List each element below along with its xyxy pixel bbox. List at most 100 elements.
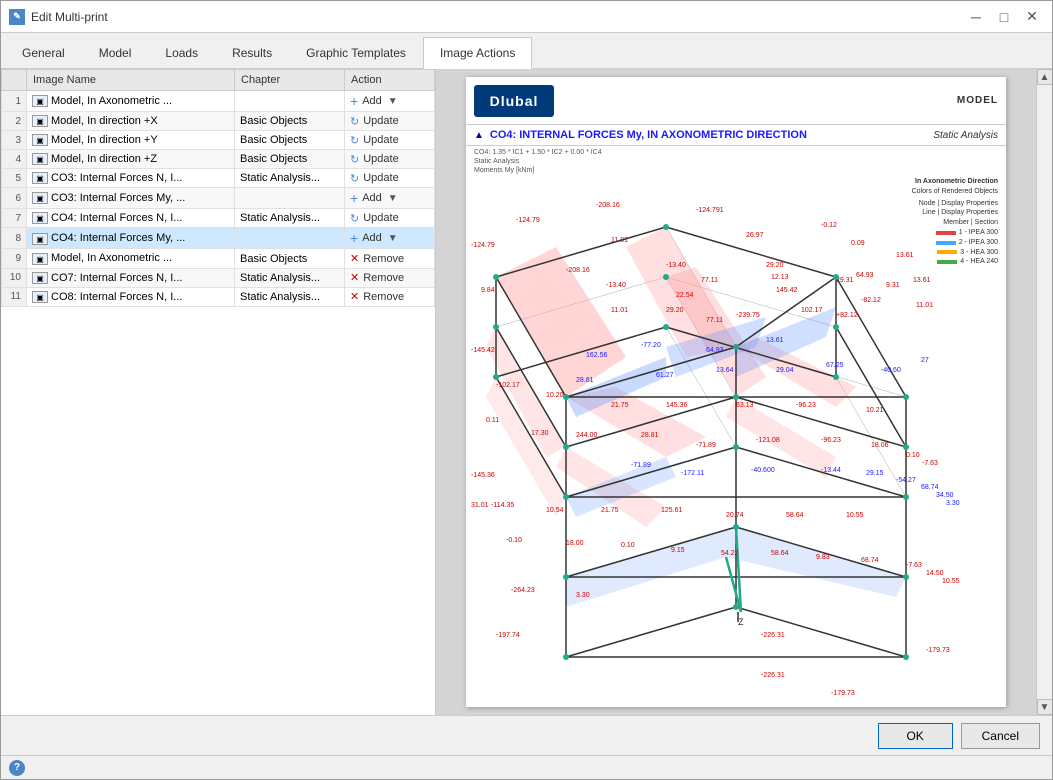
scroll-down-button[interactable]: ▼ [1037,699,1053,715]
action-cell[interactable]: ↻Update [345,169,435,188]
title-bar-left: ✎ Edit Multi-print [9,9,108,25]
svg-text:9.31: 9.31 [886,282,900,289]
action-dropdown[interactable]: ▼ [386,233,400,244]
table-row[interactable]: 5▣CO3: Internal Forces N, I...Static Ana… [2,169,435,188]
svg-text:26.97: 26.97 [746,232,764,239]
dlubal-logo: Dlubal [474,85,554,117]
svg-text:-208.16: -208.16 [566,267,590,274]
col-action: Action [345,70,435,91]
image-name-cell: ▣CO3: Internal Forces N, I... [27,169,235,188]
svg-text:145.36: 145.36 [666,402,688,409]
svg-text:-226.31: -226.31 [761,672,785,679]
svg-text:-124.79: -124.79 [471,242,495,249]
close-button[interactable]: ✕ [1020,7,1044,27]
image-name-cell: ▣Model, In direction +X [27,112,235,131]
svg-text:-0.12: -0.12 [821,222,837,229]
image-name: CO4: Internal Forces N, I... [51,212,182,224]
z-axis-label: Z [738,617,744,627]
svg-text:10.55: 10.55 [942,578,960,585]
svg-text:22.54: 22.54 [676,292,694,299]
minimize-button[interactable]: ─ [964,7,988,27]
svg-text:0.10: 0.10 [621,542,635,549]
table-row[interactable]: 3▣Model, In direction +YBasic Objects↻Up… [2,131,435,150]
image-name: CO8: Internal Forces N, I... [51,291,182,303]
table-row[interactable]: 9▣Model, In Axonometric ...Basic Objects… [2,249,435,268]
tab-graphic-templates[interactable]: Graphic Templates [289,37,423,68]
table-row[interactable]: 1▣Model, In Axonometric ...+Add▼ [2,91,435,112]
svg-text:9.84: 9.84 [481,287,495,294]
svg-text:102.17: 102.17 [801,307,823,314]
svg-text:0.11: 0.11 [486,417,499,424]
svg-text:+82.12: +82.12 [836,312,858,319]
action-cell[interactable]: ↻Update [345,112,435,131]
chapter-cell: Static Analysis... [235,287,345,306]
tab-general[interactable]: General [5,37,82,68]
action-dropdown[interactable]: ▼ [386,193,400,204]
ok-button[interactable]: OK [878,723,953,749]
image-icon: ▣ [32,272,48,284]
main-window: ✎ Edit Multi-print ─ □ ✕ General Model L… [0,0,1053,780]
col-image-name: Image Name [27,70,235,91]
row-number: 5 [2,169,27,188]
maximize-button[interactable]: □ [992,7,1016,27]
svg-text:-7.63: -7.63 [906,562,922,569]
add-icon: + [350,230,358,246]
svg-text:-124.791: -124.791 [696,207,724,214]
image-name-cell: ▣Model, In direction +Z [27,150,235,169]
action-cell[interactable]: ↻Update [345,131,435,150]
action-cell[interactable]: ✕Remove [345,287,435,306]
image-name-cell: ▣CO7: Internal Forces N, I... [27,268,235,287]
table-row[interactable]: 4▣Model, In direction +ZBasic Objects↻Up… [2,150,435,169]
table-row[interactable]: 11▣CO8: Internal Forces N, I...Static An… [2,287,435,306]
cancel-button[interactable]: Cancel [961,723,1040,749]
action-label: Update [363,134,398,146]
svg-text:13.61: 13.61 [913,277,931,284]
svg-text:58.64: 58.64 [771,550,789,557]
chapter-cell: Static Analysis... [235,169,345,188]
image-icon: ▣ [32,253,48,265]
table-row[interactable]: 8▣CO4: Internal Forces My, ...+Add▼ [2,228,435,249]
action-label: Remove [363,253,404,265]
tab-loads[interactable]: Loads [148,37,215,68]
svg-text:-121.08: -121.08 [756,437,780,444]
table-row[interactable]: 7▣CO4: Internal Forces N, I...Static Ana… [2,209,435,228]
action-cell[interactable]: +Add▼ [345,91,435,112]
preview-area: ▲ ▼ Dlubal MODEL [436,69,1052,715]
svg-text:-77.20: -77.20 [641,342,661,349]
image-name: Model, In direction +Y [51,134,158,146]
tab-results[interactable]: Results [215,37,289,68]
svg-text:58.64: 58.64 [786,512,804,519]
scroll-up-button[interactable]: ▲ [1037,69,1053,85]
action-cell[interactable]: ↻Update [345,209,435,228]
svg-text:-179.73: -179.73 [926,647,950,654]
table-row[interactable]: 6▣CO3: Internal Forces My, ... +Add▼ [2,188,435,209]
svg-text:10.20: 10.20 [546,392,564,399]
action-cell[interactable]: ✕Remove [345,268,435,287]
svg-text:-264.23: -264.23 [511,587,535,594]
left-panel: Image Name Chapter Action 1▣Model, In Ax… [1,69,436,715]
image-name-cell: ▣Model, In Axonometric ... [27,249,235,268]
chapter-cell [235,228,345,249]
table-row[interactable]: 2▣Model, In direction +XBasic Objects↻Up… [2,112,435,131]
svg-text:18.06: 18.06 [871,442,889,449]
row-number: 6 [2,188,27,209]
action-label: Update [363,153,398,165]
svg-text:54.22: 54.22 [721,550,739,557]
tab-image-actions[interactable]: Image Actions [423,37,532,69]
table-row[interactable]: 10▣CO7: Internal Forces N, I...Static An… [2,268,435,287]
action-cell[interactable]: ✕Remove [345,249,435,268]
svg-text:0.09: 0.09 [851,240,865,247]
tab-model[interactable]: Model [82,37,149,68]
svg-text:-54.27: -54.27 [896,477,916,484]
diagram-info: CO4: 1.35 * IC1 + 1.50 * IC2 + 0.00 * IC… [466,146,1006,177]
action-dropdown[interactable]: ▼ [386,96,400,107]
action-cell[interactable]: ↻Update [345,150,435,169]
image-name-cell: ▣CO3: Internal Forces My, ... [27,188,235,209]
action-cell[interactable]: +Add▼ [345,228,435,249]
image-icon: ▣ [32,212,48,224]
update-icon: ↻ [350,212,359,225]
svg-text:-7.63: -7.63 [922,460,938,467]
svg-text:-172.11: -172.11 [681,470,704,477]
svg-text:0.10: 0.10 [906,452,920,459]
action-cell[interactable]: +Add▼ [345,188,435,209]
